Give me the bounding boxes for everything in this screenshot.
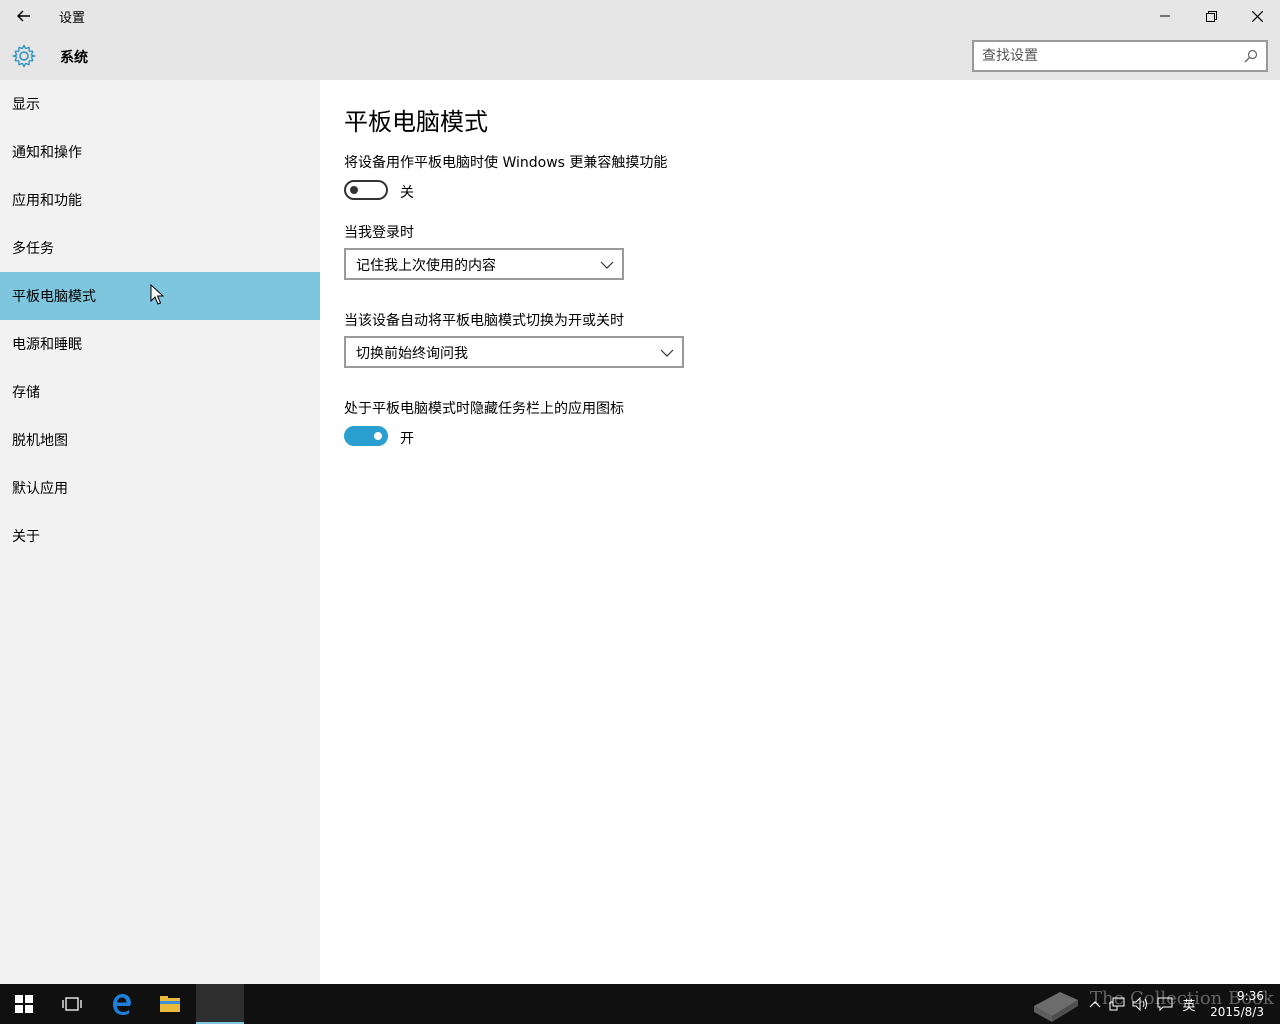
chevron-up-icon xyxy=(1089,1001,1101,1008)
sidebar-item-label: 通知和操作 xyxy=(12,145,82,161)
auto-switch-dropdown[interactable]: 切换前始终询问我 xyxy=(344,336,684,368)
sidebar-item-label: 平板电脑模式 xyxy=(12,289,96,305)
toggle-knob xyxy=(350,186,358,194)
auto-switch-label: 当该设备自动将平板电脑模式切换为开或关时 xyxy=(344,313,624,329)
gear-icon xyxy=(12,44,36,68)
close-icon xyxy=(1251,10,1263,22)
sidebar-item-label: 存储 xyxy=(12,385,40,401)
title-bar: 设置 xyxy=(0,0,1280,32)
file-explorer-button[interactable] xyxy=(146,984,194,1024)
folder-icon xyxy=(160,996,180,1012)
mouse-cursor-icon xyxy=(150,284,164,305)
sidebar-item-offline-maps[interactable]: 脱机地图 xyxy=(0,416,320,464)
volume-icon xyxy=(1132,997,1147,1011)
tablet-mode-state: 关 xyxy=(400,185,414,201)
toggle-knob xyxy=(374,432,382,440)
settings-taskbar-button[interactable] xyxy=(196,984,244,1024)
sidebar-item-multitasking[interactable]: 多任务 xyxy=(0,224,320,272)
sidebar-item-label: 应用和功能 xyxy=(12,193,82,209)
sidebar-item-about[interactable]: 关于 xyxy=(0,512,320,560)
edge-browser-icon xyxy=(113,994,131,1015)
page-title: 平板电脑模式 xyxy=(344,108,488,136)
hide-icons-state: 开 xyxy=(400,431,414,447)
restore-button[interactable] xyxy=(1188,0,1234,32)
network-button[interactable] xyxy=(1106,984,1128,1024)
action-center-button[interactable] xyxy=(1154,984,1176,1024)
signin-dropdown-value: 记住我上次使用的内容 xyxy=(356,258,496,274)
start-button[interactable] xyxy=(0,984,48,1024)
section-title: 系统 xyxy=(60,50,88,66)
sidebar-item-default-apps[interactable]: 默认应用 xyxy=(0,464,320,512)
task-view-button[interactable] xyxy=(48,984,96,1024)
sidebar-item-label: 显示 xyxy=(12,97,40,113)
sidebar-item-storage[interactable]: 存储 xyxy=(0,368,320,416)
taskbar: The Collection Book 英 9:36 2015/8/3 xyxy=(0,984,1280,1024)
chevron-down-icon xyxy=(600,261,614,269)
sidebar-item-label: 多任务 xyxy=(12,241,54,257)
notification-icon xyxy=(1157,997,1173,1011)
restore-icon xyxy=(1205,10,1217,22)
search-box[interactable] xyxy=(972,40,1268,72)
minimize-button[interactable] xyxy=(1142,0,1188,32)
auto-switch-dropdown-value: 切换前始终询问我 xyxy=(356,346,468,362)
edge-button[interactable] xyxy=(98,984,146,1024)
close-button[interactable] xyxy=(1234,0,1280,32)
sidebar-item-apps[interactable]: 应用和功能 xyxy=(0,176,320,224)
sidebar-item-label: 关于 xyxy=(12,529,40,545)
clock[interactable]: 9:36 2015/8/3 xyxy=(1210,988,1264,1020)
task-view-icon xyxy=(62,997,82,1011)
chevron-down-icon xyxy=(660,349,674,357)
signin-label: 当我登录时 xyxy=(344,225,414,241)
sidebar: 显示 通知和操作 应用和功能 多任务 平板电脑模式 电源和睡眠 存储 脱机地图 … xyxy=(0,80,320,984)
back-arrow-icon xyxy=(17,10,30,22)
sidebar-item-power-sleep[interactable]: 电源和睡眠 xyxy=(0,320,320,368)
minimize-icon xyxy=(1160,15,1170,17)
search-input[interactable] xyxy=(982,47,1232,65)
tray-overflow-button[interactable] xyxy=(1086,984,1104,1024)
ime-indicator[interactable]: 英 xyxy=(1178,984,1200,1024)
main-content: 平板电脑模式 将设备用作平板电脑时使 Windows 更兼容触摸功能 关 当我登… xyxy=(320,80,1280,984)
sidebar-item-notifications[interactable]: 通知和操作 xyxy=(0,128,320,176)
book-watermark-icon xyxy=(1034,992,1078,1022)
clock-time: 9:36 xyxy=(1237,989,1264,1003)
sidebar-item-label: 电源和睡眠 xyxy=(12,337,82,353)
windows-logo-icon xyxy=(15,995,33,1013)
search-icon[interactable] xyxy=(1244,49,1258,63)
sidebar-item-label: 脱机地图 xyxy=(12,433,68,449)
clock-date: 2015/8/3 xyxy=(1210,1005,1264,1019)
tablet-mode-toggle[interactable] xyxy=(344,180,388,200)
network-icon xyxy=(1109,997,1125,1011)
sidebar-item-label: 默认应用 xyxy=(12,481,68,497)
back-button[interactable] xyxy=(8,4,40,28)
settings-header: 系统 xyxy=(0,32,1280,80)
volume-button[interactable] xyxy=(1130,984,1152,1024)
hide-icons-toggle[interactable] xyxy=(344,426,388,446)
ime-label: 英 xyxy=(1182,998,1196,1014)
window-title: 设置 xyxy=(59,11,86,26)
signin-dropdown[interactable]: 记住我上次使用的内容 xyxy=(344,248,624,280)
tablet-mode-label: 将设备用作平板电脑时使 Windows 更兼容触摸功能 xyxy=(344,155,668,171)
hide-icons-label: 处于平板电脑模式时隐藏任务栏上的应用图标 xyxy=(344,401,624,417)
sidebar-item-display[interactable]: 显示 xyxy=(0,80,320,128)
